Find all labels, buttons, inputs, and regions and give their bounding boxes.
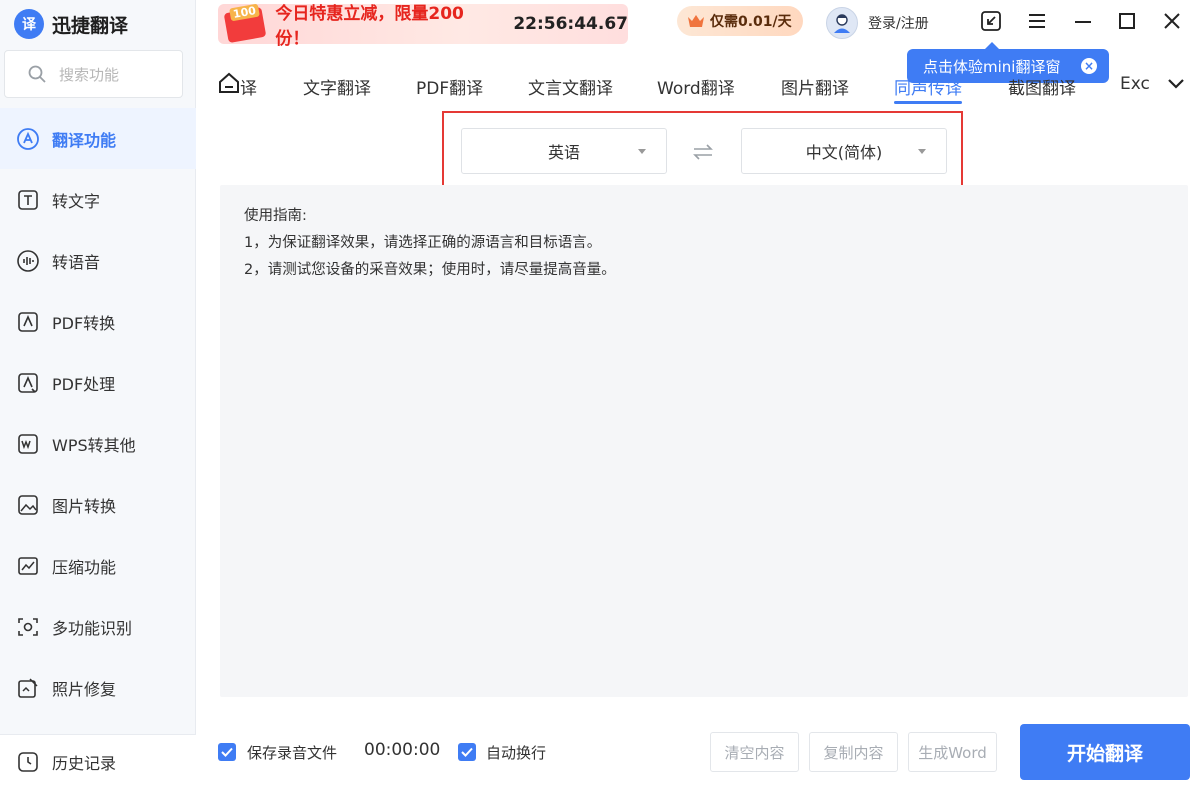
auto-wrap-label: 自动换行 (486, 744, 547, 762)
sidebar-item-translate[interactable]: 翻译功能 (0, 108, 196, 169)
login-button[interactable]: 登录/注册 (826, 6, 929, 40)
maximize-icon (1119, 13, 1135, 29)
sidebar-item-label: WPS转其他 (52, 435, 136, 455)
sidebar-nav: 翻译功能 转文字 转语音 PDF转换 PDF处理 WPS转其他 图片转换 压缩功… (0, 108, 196, 718)
close-button[interactable] (1159, 8, 1185, 34)
app-title: 迅捷翻译 (52, 14, 129, 37)
usage-guide: 使用指南: 1，为保证翻译效果，请选择正确的源语言和目标语言。 2，请测试您设备… (244, 203, 616, 284)
sidebar-item-pdf-convert[interactable]: PDF转换 (0, 291, 196, 352)
sidebar-item-label: PDF转换 (52, 313, 116, 333)
logo-icon: 译 (14, 9, 44, 39)
sidebar-item-text-convert[interactable]: 转文字 (0, 169, 196, 230)
sidebar-item-label: 多功能识别 (52, 618, 133, 638)
sidebar-item-label: 转语音 (52, 252, 101, 272)
sidebar-item-label: 图片转换 (52, 496, 117, 516)
caret-down-icon (638, 149, 646, 154)
login-label: 登录/注册 (868, 16, 929, 32)
mini-window-button[interactable] (978, 8, 1004, 34)
home-icon[interactable] (218, 72, 240, 94)
photo-repair-icon (18, 677, 38, 698)
check-icon (221, 747, 233, 757)
clear-content-button[interactable]: 清空内容 (710, 732, 799, 772)
hamburger-icon (1029, 14, 1045, 28)
search-icon (28, 65, 46, 83)
auto-wrap-checkbox[interactable] (458, 743, 476, 761)
sidebar-item-compress[interactable]: 压缩功能 (0, 535, 196, 596)
generate-word-button[interactable]: 生成Word (908, 732, 997, 772)
maximize-button[interactable] (1114, 8, 1140, 34)
promo-countdown: 22:56:44.67 (513, 14, 628, 34)
minimize-icon (1075, 21, 1091, 23)
source-language-select[interactable]: 英语 (461, 128, 667, 174)
tab-word-translate[interactable]: Word翻译 (657, 74, 735, 99)
avatar (826, 7, 858, 39)
app-logo: 译 迅捷翻译 (14, 8, 128, 40)
tab-image-translate[interactable]: 图片翻译 (781, 74, 849, 99)
pdf-convert-icon (18, 311, 38, 332)
promo-banner[interactable]: 100 今日特惠立减，限量200份！ 22:56:44.67 (218, 3, 628, 49)
check-icon (461, 747, 473, 757)
search-input[interactable]: 搜索功能 (4, 50, 183, 98)
sidebar-item-label: 转文字 (52, 191, 101, 211)
menu-button[interactable] (1024, 8, 1050, 34)
chevron-down-icon[interactable] (1164, 74, 1188, 94)
recognize-icon (18, 617, 38, 636)
text-convert-icon (18, 189, 38, 210)
tab-classical-translate[interactable]: 文言文翻译 (528, 74, 613, 99)
price-label: 仅需0.01/天 (710, 14, 792, 30)
target-language-select[interactable]: 中文(简体) (741, 128, 947, 174)
sidebar-item-image-convert[interactable]: 图片转换 (0, 474, 196, 535)
translate-icon (17, 127, 39, 150)
tab-simultaneous-interpretation[interactable]: 同声传译 (894, 74, 962, 99)
sidebar-item-history[interactable]: 历史记录 (0, 734, 196, 788)
search-placeholder: 搜索功能 (59, 65, 120, 84)
compress-icon (18, 556, 38, 575)
image-convert-icon (18, 494, 38, 515)
save-audio-label: 保存录音文件 (247, 744, 338, 762)
user-icon (834, 14, 850, 33)
mini-window-icon (981, 11, 1001, 31)
sidebar-item-wps[interactable]: WPS转其他 (0, 413, 196, 474)
tab-excel-translate[interactable]: Exc (1120, 74, 1150, 94)
sidebar-item-label: 翻译功能 (52, 130, 117, 150)
guide-title: 使用指南: (244, 208, 307, 224)
translation-tabs: 译 文字翻译 PDF翻译 文言文翻译 Word翻译 图片翻译 同声传译 截图翻译… (218, 62, 1200, 108)
history-icon (18, 751, 38, 772)
crown-icon (688, 15, 704, 27)
sidebar-item-recognize[interactable]: 多功能识别 (0, 596, 196, 657)
sidebar: 译 迅捷翻译 搜索功能 翻译功能 转文字 转语音 PDF转换 PDF处理 WPS (0, 0, 196, 788)
sidebar-item-photo-repair[interactable]: 照片修复 (0, 657, 196, 718)
tab-home[interactable]: 译 (240, 74, 257, 99)
wps-icon (18, 433, 38, 454)
tab-text-translate[interactable]: 文字翻译 (303, 74, 371, 99)
close-icon (1164, 13, 1180, 29)
interpretation-output-area[interactable]: 使用指南: 1，为保证翻译效果，请选择正确的源语言和目标语言。 2，请测试您设备… (220, 185, 1188, 697)
sidebar-item-voice[interactable]: 转语音 (0, 230, 196, 291)
copy-content-button[interactable]: 复制内容 (809, 732, 898, 772)
tab-screenshot-translate[interactable]: 截图翻译 (1008, 74, 1076, 99)
recording-timer: 00:00:00 (364, 740, 441, 760)
active-tab-indicator (894, 101, 962, 104)
red-envelope-icon: 100 (218, 3, 271, 44)
voice-icon (17, 249, 39, 272)
source-language-value: 英语 (547, 143, 580, 162)
caret-down-icon (918, 149, 926, 154)
sidebar-item-pdf-process[interactable]: PDF处理 (0, 352, 196, 413)
bottom-toolbar: 保存录音文件 00:00:00 自动换行 清空内容 复制内容 生成Word 开始… (218, 720, 1200, 788)
minimize-button[interactable] (1070, 8, 1096, 34)
guide-line: 1，为保证翻译效果，请选择正确的源语言和目标语言。 (244, 235, 602, 251)
sidebar-item-label: 照片修复 (52, 679, 117, 699)
sidebar-item-label: PDF处理 (52, 374, 116, 394)
vip-price-button[interactable]: 仅需0.01/天 (677, 6, 803, 36)
guide-line: 2，请测试您设备的采音效果；使用时，请尽量提高音量。 (244, 262, 616, 278)
swap-languages-icon[interactable] (692, 143, 714, 161)
history-label: 历史记录 (52, 753, 117, 773)
promo-title: 今日特惠立减，限量200份！ (275, 4, 464, 49)
target-language-value: 中文(简体) (805, 143, 883, 162)
save-audio-checkbox[interactable] (218, 743, 236, 761)
sidebar-item-label: 压缩功能 (52, 557, 117, 577)
tab-pdf-translate[interactable]: PDF翻译 (416, 74, 483, 99)
pdf-process-icon (18, 372, 38, 393)
start-translate-button[interactable]: 开始翻译 (1020, 724, 1190, 780)
